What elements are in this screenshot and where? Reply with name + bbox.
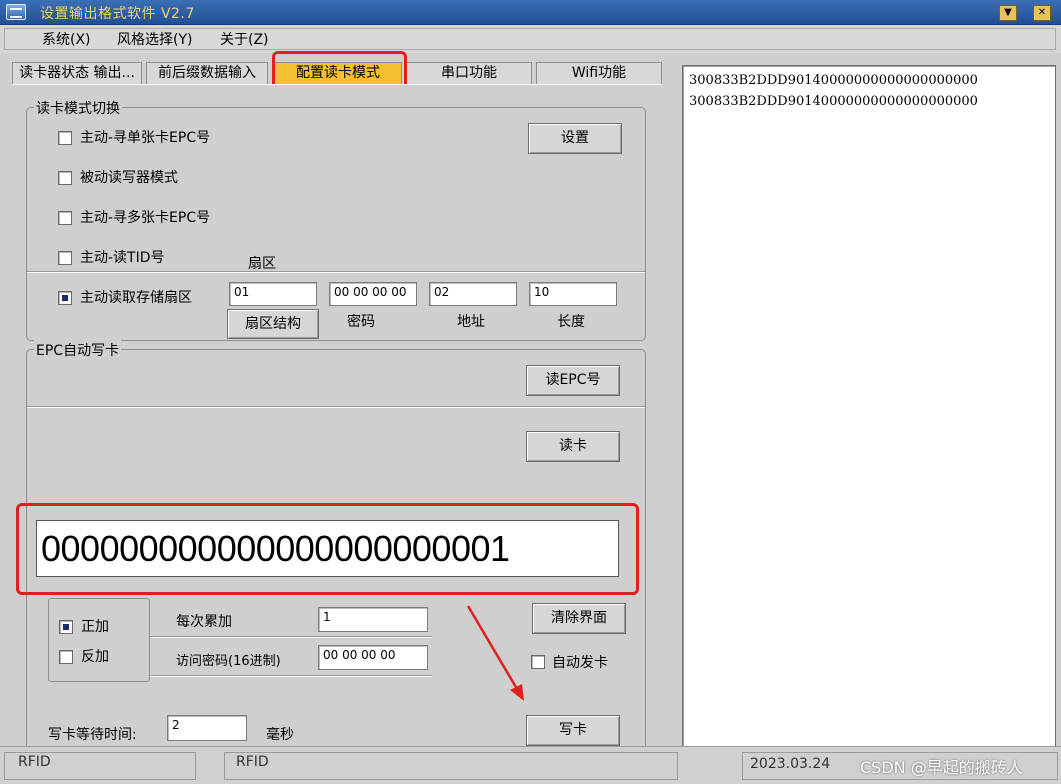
log-line: 300833B2DDD90140000000000000000000: [689, 94, 978, 109]
log-line: 300833B2DDD90140000000000000000000: [689, 73, 978, 88]
wait-time-unit: 毫秒: [266, 727, 294, 743]
wait-time-label: 写卡等待时间:: [48, 727, 137, 743]
tab-reader-status[interactable]: 读卡器状态 输出...: [12, 62, 142, 84]
sector-structure-button[interactable]: 扇区结构: [227, 309, 319, 339]
increment-positive-radio[interactable]: [59, 620, 73, 634]
increment-negative-radio[interactable]: [59, 650, 73, 664]
divider: [27, 406, 645, 408]
status-text-2: RFID: [236, 754, 269, 770]
address-input[interactable]: 02: [429, 282, 517, 306]
option-passive-checkbox[interactable]: [58, 171, 72, 185]
epc-value-display[interactable]: 000000000000000000000001: [36, 520, 619, 577]
wait-time-input[interactable]: 2: [167, 715, 247, 741]
increment-positive-label: 正加: [81, 619, 109, 635]
arrow-annotation-icon: [466, 605, 524, 701]
option-tid-label: 主动-读TID号: [80, 250, 165, 266]
increment-negative-label: 反加: [81, 649, 109, 665]
access-password-input[interactable]: 00 00 00 00: [318, 645, 428, 670]
option-storage-sector-radio[interactable]: [58, 291, 72, 305]
menu-style[interactable]: 风格选择(Y): [117, 29, 192, 49]
divider: [27, 271, 645, 273]
password-label: 密码: [347, 314, 375, 330]
minimize-icon[interactable]: ▼: [999, 5, 1017, 21]
step-label: 每次累加: [176, 614, 232, 630]
epc-write-group-label: EPC自动写卡: [34, 340, 122, 360]
menu-bar: 系统(X) 风格选择(Y) 关于(Z): [0, 25, 1061, 53]
option-single-epc-checkbox[interactable]: [58, 131, 72, 145]
set-button[interactable]: 设置: [528, 123, 622, 154]
password-input[interactable]: 00 00 00 00: [329, 282, 417, 306]
increment-direction-box: [48, 598, 150, 682]
watermark: CSDN @早起的搬砖人: [860, 758, 1023, 777]
tab-prefix-suffix[interactable]: 前后缀数据输入: [146, 62, 268, 84]
divider: [150, 675, 432, 677]
length-label: 长度: [557, 314, 585, 330]
option-multi-epc-checkbox[interactable]: [58, 211, 72, 225]
address-label: 地址: [457, 314, 485, 330]
tab-wifi[interactable]: Wifi功能: [536, 62, 662, 84]
log-output[interactable]: 300833B2DDD90140000000000000000000 30083…: [682, 65, 1056, 755]
option-multi-epc-label: 主动-寻多张卡EPC号: [80, 210, 211, 226]
menu-system[interactable]: 系统(X): [42, 29, 91, 49]
access-password-label: 访问密码(16进制): [176, 654, 281, 669]
close-icon[interactable]: ✕: [1033, 5, 1051, 21]
menu-about[interactable]: 关于(Z): [220, 29, 269, 49]
option-passive-label: 被动读写器模式: [80, 170, 178, 186]
length-input[interactable]: 10: [529, 282, 617, 306]
sector-label: 扇区: [248, 256, 276, 272]
read-mode-group-label: 读卡模式切换: [34, 98, 122, 118]
read-epc-button[interactable]: 读EPC号: [526, 365, 620, 396]
status-text-1: RFID: [18, 754, 51, 770]
status-segment: [224, 752, 678, 780]
divider: [150, 636, 432, 638]
status-date: 2023.03.24: [750, 756, 831, 772]
option-storage-sector-label: 主动读取存储扇区: [80, 290, 192, 306]
step-input[interactable]: 1: [318, 607, 428, 632]
app-icon: [6, 4, 26, 20]
clear-button[interactable]: 清除界面: [532, 603, 626, 634]
auto-issue-label: 自动发卡: [552, 655, 608, 671]
title-bar: 设置输出格式软件 V2.7 ▼ ✕: [0, 0, 1061, 25]
write-card-button[interactable]: 写卡: [526, 715, 620, 746]
read-card-button[interactable]: 读卡: [526, 431, 620, 462]
sector-input[interactable]: 01: [229, 282, 317, 306]
tab-serial[interactable]: 串口功能: [406, 62, 532, 84]
window-title: 设置输出格式软件 V2.7: [40, 6, 195, 22]
option-tid-checkbox[interactable]: [58, 251, 72, 265]
option-single-epc-label: 主动-寻单张卡EPC号: [80, 130, 211, 146]
